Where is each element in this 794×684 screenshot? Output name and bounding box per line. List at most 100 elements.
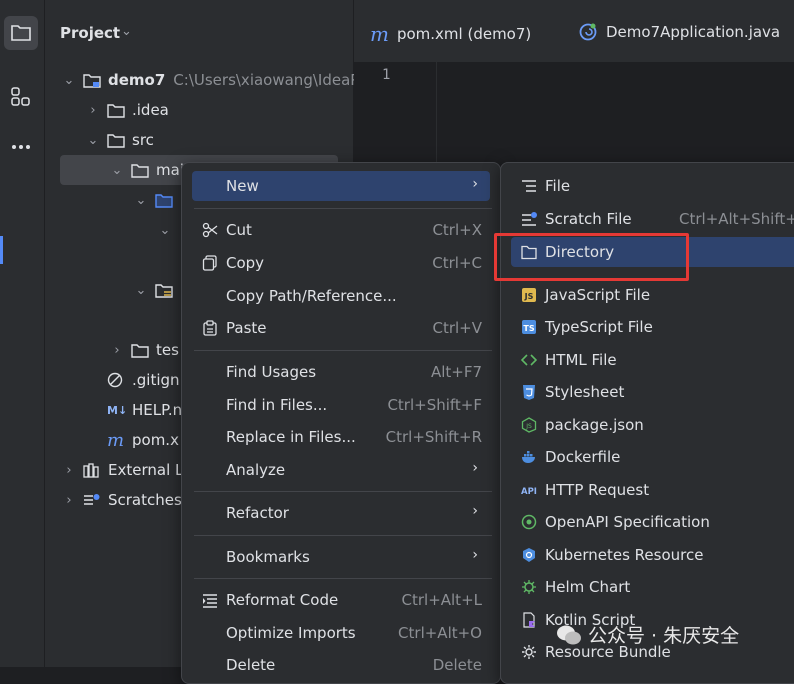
menu-separator <box>194 491 492 492</box>
tab-label: Demo7Application.java <box>606 23 781 41</box>
menu-item-label: Reformat Code <box>226 591 339 609</box>
nodejs-icon: JS <box>521 417 537 433</box>
menu-item-copy[interactable]: Copy Ctrl+C <box>192 248 490 278</box>
new-item-html-file[interactable]: HTML File <box>511 345 794 375</box>
menu-item-find-usages[interactable]: Find Usages Alt+F7 <box>192 357 490 387</box>
tree-item-idea[interactable]: › .idea <box>85 95 169 125</box>
menu-item-analyze[interactable]: Analyze › <box>192 455 490 485</box>
menu-item-refactor[interactable]: Refactor › <box>192 498 490 528</box>
tree-item-test[interactable]: › tes <box>109 335 179 365</box>
new-item-stylesheet[interactable]: Stylesheet <box>511 377 794 407</box>
menu-separator <box>194 208 492 209</box>
menu-item-label: Kubernetes Resource <box>545 546 704 564</box>
chevron-down-icon[interactable]: ⌄ <box>157 223 173 238</box>
tree-item-demo7[interactable]: ⌄ demo7 C:\Users\xiaowang\IdeaPr <box>61 65 366 95</box>
menu-item-cut[interactable]: Cut Ctrl+X <box>192 215 490 245</box>
menu-item-shortcut: Ctrl+X <box>432 221 482 239</box>
tab-label: pom.xml (demo7) <box>396 25 532 43</box>
resources-folder-icon <box>155 282 175 298</box>
new-item-file[interactable]: File <box>511 171 794 201</box>
module-folder-icon <box>83 72 103 88</box>
library-icon <box>83 462 103 478</box>
menu-item-replace-in-files[interactable]: Replace in Files... Ctrl+Shift+R <box>192 422 490 452</box>
new-item-typescript-file[interactable]: TS TypeScript File <box>511 312 794 342</box>
menu-separator <box>194 535 492 536</box>
scratch-file-icon <box>522 212 537 226</box>
chevron-right-icon: › <box>472 460 478 476</box>
tree-item-label: src <box>132 131 154 149</box>
tree-item-scratches[interactable]: › Scratches <box>61 485 181 515</box>
svg-text:API: API <box>521 487 537 497</box>
chevron-down-icon[interactable]: ⌄ <box>133 193 149 208</box>
context-menu: New › Cut Ctrl+X Copy Ctrl+C Copy Path/R… <box>181 162 501 684</box>
new-item-helm-chart[interactable]: Helm Chart <box>511 572 794 602</box>
new-item-javascript-file[interactable]: JS JavaScript File <box>511 280 794 310</box>
api-icon: API <box>521 487 537 497</box>
menu-item-reformat-code[interactable]: Reformat Code Ctrl+Alt+L <box>192 585 490 615</box>
tree-item-external-libraries[interactable]: › External L <box>61 455 183 485</box>
chevron-right-icon[interactable]: › <box>61 463 77 478</box>
project-tool-button[interactable] <box>4 16 38 50</box>
menu-item-label: OpenAPI Specification <box>545 513 710 531</box>
tab-pom-xml[interactable]: m pom.xml (demo7) <box>370 22 531 46</box>
new-item-http-request[interactable]: API HTTP Request <box>511 475 794 505</box>
menu-item-paste[interactable]: Paste Ctrl+V <box>192 313 490 343</box>
chevron-right-icon[interactable]: › <box>61 493 77 508</box>
folder-icon <box>11 25 31 41</box>
markdown-icon: M↓ <box>107 403 128 417</box>
tree-item-help[interactable]: M↓ HELP.n <box>85 395 182 425</box>
chevron-right-icon[interactable]: › <box>109 343 125 358</box>
line-number: 1 <box>382 67 391 83</box>
menu-item-optimize-imports[interactable]: Optimize Imports Ctrl+Alt+O <box>192 618 490 648</box>
structure-icon <box>11 87 30 106</box>
new-item-openapi-specification[interactable]: OpenAPI Specification <box>511 507 794 537</box>
chevron-down-icon[interactable]: ⌄ <box>109 163 125 178</box>
menu-item-find-in-files[interactable]: Find in Files... Ctrl+Shift+F <box>192 390 490 420</box>
source-folder-icon <box>155 192 175 208</box>
menu-item-shortcut: Delete <box>432 656 482 674</box>
menu-item-copy-path[interactable]: Copy Path/Reference... <box>192 281 490 311</box>
file-lines-icon <box>522 180 536 192</box>
tree-item-label: .idea <box>132 101 169 119</box>
tree-item-label: demo7 <box>108 71 166 89</box>
tree-item-gitignore[interactable]: .gitign <box>85 365 180 395</box>
menu-item-label: HTTP Request <box>545 481 650 499</box>
ts-icon: TS <box>522 320 536 334</box>
menu-item-bookmarks[interactable]: Bookmarks › <box>192 542 490 572</box>
folder-icon <box>107 102 127 118</box>
menu-item-delete[interactable]: Delete Delete <box>192 650 490 680</box>
tree-item-src[interactable]: ⌄ src <box>85 125 154 155</box>
more-icon <box>12 145 30 149</box>
menu-item-label: Dockerfile <box>545 448 621 466</box>
kubernetes-icon <box>523 548 535 562</box>
active-indicator <box>0 236 3 264</box>
new-item-package-json[interactable]: JS package.json <box>511 410 794 440</box>
chevron-right-icon[interactable]: › <box>85 103 101 118</box>
new-item-kubernetes-resource[interactable]: Kubernetes Resource <box>511 540 794 570</box>
panel-title: Project <box>60 24 121 42</box>
tab-demo7application[interactable]: Demo7Application.java <box>578 22 780 42</box>
menu-item-label: Copy Path/Reference... <box>226 287 397 305</box>
tree-item-pom[interactable]: m pom.x <box>85 425 179 455</box>
menu-item-label: Analyze <box>226 461 286 479</box>
tree-item-label: tes <box>156 341 179 359</box>
helm-icon <box>522 580 536 594</box>
tree-item-resources[interactable]: ⌄ <box>133 275 180 305</box>
chevron-down-icon[interactable]: ⌄ <box>61 73 77 88</box>
folder-icon <box>131 342 151 358</box>
chevron-right-icon: › <box>472 503 478 519</box>
tree-item-java[interactable]: ⌄ <box>133 185 180 215</box>
chevron-down-icon[interactable]: ⌄ <box>121 24 132 39</box>
chevron-down-icon[interactable]: ⌄ <box>85 133 101 148</box>
menu-item-shortcut: Ctrl+Shift+F <box>387 396 482 414</box>
new-item-scratch-file[interactable]: Scratch File Ctrl+Alt+Shift+I <box>511 204 794 234</box>
chevron-down-icon[interactable]: ⌄ <box>133 283 149 298</box>
structure-tool-button[interactable] <box>4 80 38 114</box>
editor-tab-bar: m pom.xml (demo7) Demo7Application.java <box>354 0 794 63</box>
tree-item-package[interactable]: ⌄ <box>157 215 173 245</box>
spring-class-icon <box>579 23 597 41</box>
menu-item-new[interactable]: New › <box>192 171 490 201</box>
more-tools-button[interactable] <box>4 130 38 164</box>
reformat-icon <box>203 594 217 608</box>
new-item-dockerfile[interactable]: Dockerfile <box>511 442 794 472</box>
